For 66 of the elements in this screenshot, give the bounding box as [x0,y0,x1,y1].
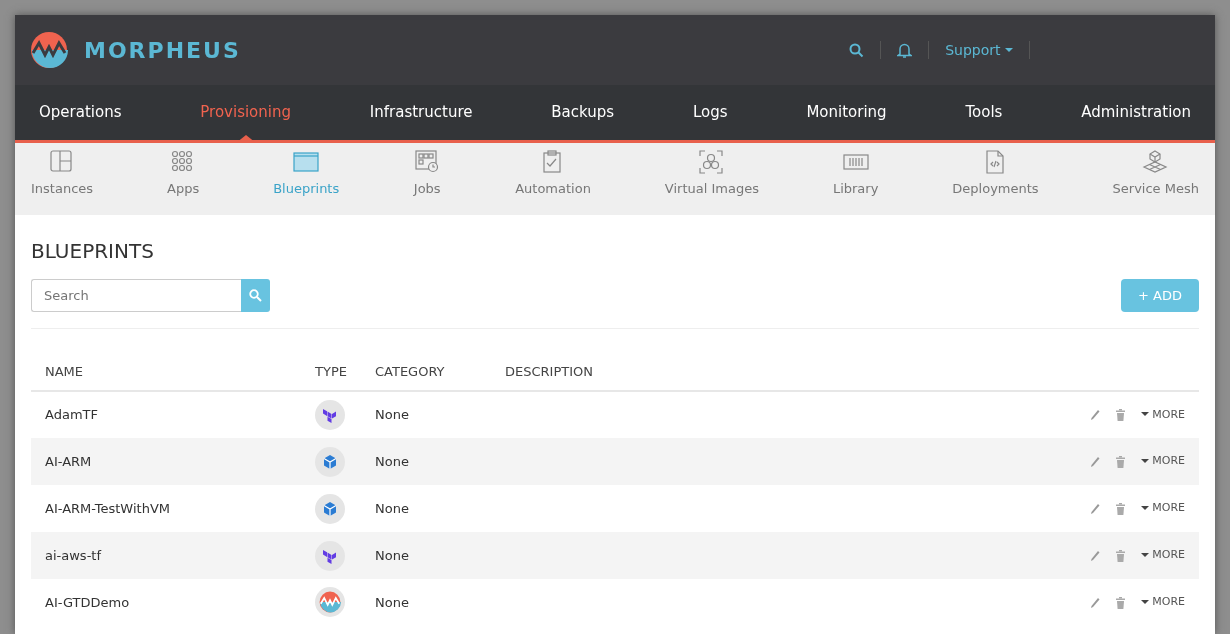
caret-icon [1140,599,1149,605]
nav-tab[interactable]: Logs [684,85,736,140]
table-cell: None [361,391,491,438]
morpheus-logo-icon [30,31,68,69]
nav-tab[interactable]: Backups [543,85,623,140]
delete-icon[interactable] [1115,549,1125,562]
search-icon[interactable] [849,42,865,58]
column-header: CATEGORY [361,353,491,391]
delete-icon[interactable] [1115,502,1125,515]
sub-nav-tab[interactable]: Automation [515,179,591,199]
table-cell: AI-ARM-TestWithVM [31,485,301,532]
sub-nav-tab[interactable]: Service Mesh [1112,179,1199,199]
table-cell: None [361,485,491,532]
table-cell: None [361,438,491,485]
edit-icon[interactable] [1089,549,1100,562]
page-title: BLUEPRINTS [31,239,155,263]
support-menu[interactable]: Support [945,39,1013,61]
more-menu[interactable]: MORE [1140,594,1185,611]
morpheus-logo-icon [319,590,341,613]
edit-icon[interactable] [1089,409,1100,421]
more-menu[interactable]: MORE [1140,453,1185,470]
more-menu[interactable]: MORE [1140,406,1185,424]
nav-tab[interactable]: Infrastructure [361,85,481,140]
delete-icon[interactable] [1115,455,1125,468]
table-cell: AI-GTDDemo [31,579,301,626]
sub-nav-tab[interactable]: Apps [167,179,200,199]
edit-icon[interactable] [1089,502,1100,515]
caret-icon [1005,48,1013,53]
table-cell: ai-aws-tf [31,532,301,579]
search-button[interactable] [241,279,270,312]
brand-name: MORPHEUS [84,36,241,65]
images-icon [697,149,726,175]
nav-tab[interactable]: Administration [1073,85,1199,140]
bell-icon[interactable] [897,41,913,59]
blueprints-icon [292,149,321,175]
more-menu[interactable]: MORE [1140,500,1185,517]
caret-icon [1140,505,1149,511]
table-cell: None [361,579,491,626]
sub-nav-tab[interactable]: Deployments [952,179,1039,199]
edit-icon[interactable] [1089,455,1100,468]
column-header: NAME [31,353,301,391]
edit-icon[interactable] [1089,596,1100,609]
cube-icon [321,452,339,471]
table-cell: AdamTF [31,391,301,438]
nav-tab[interactable]: Monitoring [798,85,895,140]
search-icon [249,289,262,302]
sub-nav-tab[interactable]: Library [832,179,879,199]
more-menu[interactable]: MORE [1140,547,1185,564]
caret-icon [1140,552,1149,558]
table-cell: AI-ARM [31,438,301,485]
delete-icon[interactable] [1115,409,1125,421]
nav-tab[interactable]: Tools [957,85,1011,140]
nav-tab[interactable]: Operations [31,85,130,140]
delete-icon[interactable] [1115,596,1125,609]
table-cell: None [361,532,491,579]
terraform-icon [322,407,338,423]
sub-nav-tab[interactable]: Jobs [413,179,441,199]
column-header: TYPE [301,353,361,391]
caret-icon [1140,412,1149,418]
caret-icon [1140,458,1149,464]
terraform-icon [322,547,338,564]
column-header: DESCRIPTION [491,353,835,391]
sub-nav-tab[interactable]: Instances [31,179,94,199]
search-field[interactable]: Search [31,279,241,312]
cube-icon [321,499,339,518]
sub-nav-tab[interactable]: Virtual Images [664,179,759,199]
